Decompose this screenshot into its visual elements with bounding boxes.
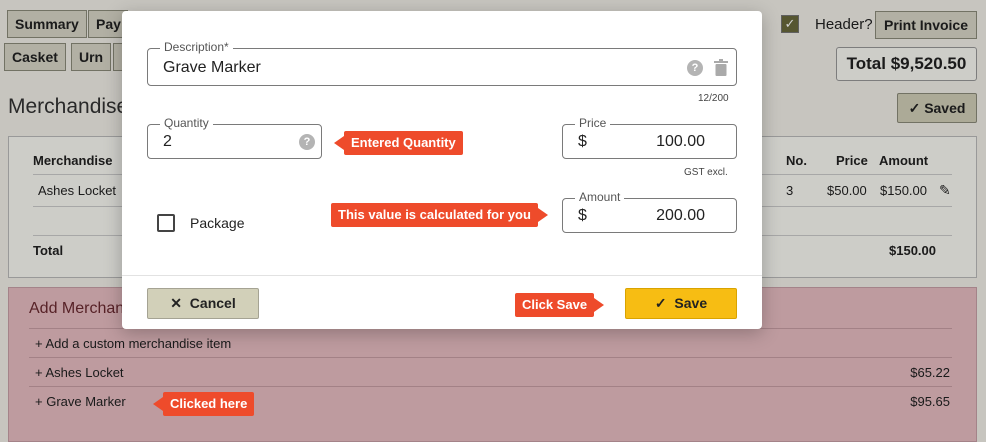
amount-field: Amount $ 200.00 — [562, 190, 737, 233]
save-button[interactable]: ✓ Save — [625, 288, 737, 319]
package-label: Package — [190, 215, 245, 231]
trash-icon[interactable] — [714, 59, 728, 76]
price-field[interactable]: Price $ 100.00 — [562, 116, 737, 159]
callout-calculated-value: This value is calculated for you — [331, 203, 548, 227]
close-icon: ✕ — [170, 295, 190, 311]
dialog-footer-divider — [122, 275, 762, 276]
quantity-value: 2 — [163, 133, 172, 150]
callout-click-save: Click Save — [515, 293, 605, 317]
help-icon[interactable]: ? — [687, 60, 703, 76]
callout-entered-quantity: Entered Quantity — [334, 131, 463, 155]
description-field[interactable]: Description* Grave Marker ? — [147, 40, 737, 86]
price-label: Price — [575, 116, 611, 130]
package-checkbox[interactable] — [157, 214, 175, 232]
description-label: Description* — [160, 40, 233, 54]
price-value: 100.00 — [656, 133, 705, 150]
amount-value: 200.00 — [656, 207, 705, 224]
description-value: Grave Marker — [163, 59, 261, 76]
quantity-field[interactable]: Quantity 2 ? — [147, 116, 322, 159]
check-icon: ✓ — [654, 295, 675, 311]
cancel-label: Cancel — [189, 295, 236, 311]
description-counter: 12/200 — [698, 93, 729, 104]
save-label: Save — [674, 295, 708, 311]
quantity-label: Quantity — [160, 116, 213, 130]
help-icon[interactable]: ? — [299, 134, 315, 150]
amount-currency: $ — [578, 207, 587, 224]
cancel-button[interactable]: ✕ Cancel — [147, 288, 259, 319]
price-note: GST excl. — [684, 167, 728, 178]
amount-label: Amount — [575, 190, 625, 204]
merchandise-dialog: Description* Grave Marker ? 12/200 Quant… — [122, 11, 762, 329]
callout-clicked-here: Clicked here — [152, 392, 255, 416]
price-currency: $ — [578, 133, 587, 150]
